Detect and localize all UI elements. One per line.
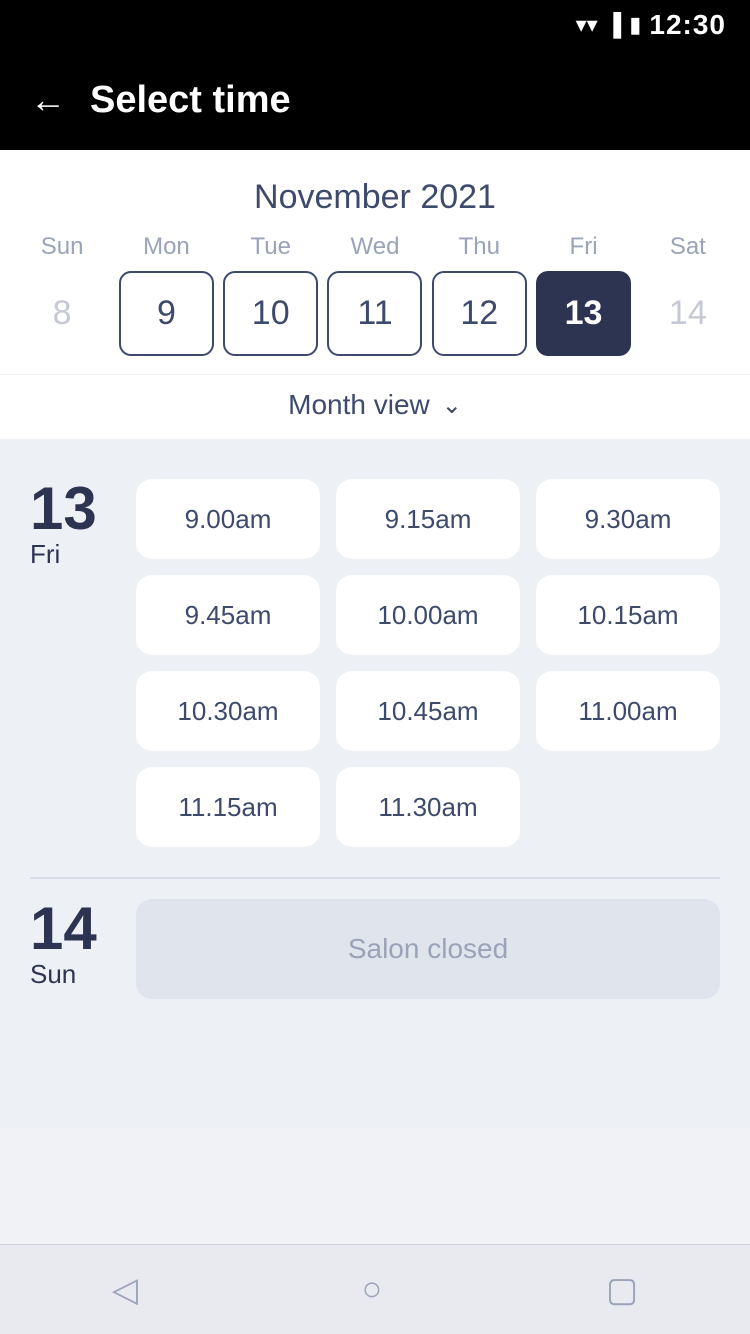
time-slot-1115[interactable]: 11.15am (136, 767, 320, 847)
weekday-fri: Fri (536, 233, 631, 261)
time-slot-1030[interactable]: 10.30am (136, 671, 320, 751)
page-title: Select time (90, 79, 291, 122)
nav-home-icon[interactable]: ○ (362, 1270, 383, 1309)
bottom-nav: ◁ ○ ▢ (0, 1244, 750, 1334)
battery-icon: ▮ (629, 12, 641, 38)
day-content-13: 13 Fri 9.00am 9.15am 9.30am 9.45am 10.00… (30, 479, 720, 847)
wifi-icon: ▾▾ (576, 12, 598, 38)
day-name-13: Fri (30, 539, 120, 570)
time-slot-900[interactable]: 9.00am (136, 479, 320, 559)
weekday-tue: Tue (223, 233, 318, 261)
month-view-label: Month view (288, 389, 430, 421)
month-title: November 2021 (0, 150, 750, 233)
time-slot-930[interactable]: 9.30am (536, 479, 720, 559)
dates-row: 8 9 10 11 12 13 14 (0, 271, 750, 374)
weekday-sat: Sat (640, 233, 735, 261)
status-icons: ▾▾ ▐ ▮ 12:30 (576, 9, 726, 41)
date-cell-10[interactable]: 10 (223, 271, 318, 356)
time-slot-1000[interactable]: 10.00am (336, 575, 520, 655)
day-label-14: 14 Sun (30, 899, 120, 990)
date-cell-14[interactable]: 14 (640, 271, 735, 356)
weekday-sun: Sun (15, 233, 110, 261)
date-cell-11[interactable]: 11 (327, 271, 422, 356)
day-block-14: 14 Sun Salon closed (30, 879, 720, 1029)
weekday-wed: Wed (327, 233, 422, 261)
header: ← Select time (0, 50, 750, 150)
time-slot-945[interactable]: 9.45am (136, 575, 320, 655)
date-cell-8[interactable]: 8 (15, 271, 110, 356)
nav-recent-icon[interactable]: ▢ (606, 1270, 638, 1310)
signal-icon: ▐ (606, 12, 622, 38)
time-slot-1045[interactable]: 10.45am (336, 671, 520, 751)
time-slots-grid-13: 9.00am 9.15am 9.30am 9.45am 10.00am 10.1… (136, 479, 720, 847)
day-number-14: 14 (30, 899, 120, 959)
time-section: 13 Fri 9.00am 9.15am 9.30am 9.45am 10.00… (0, 439, 750, 1129)
weekday-thu: Thu (432, 233, 527, 261)
day-number-13: 13 (30, 479, 120, 539)
back-button[interactable]: ← (30, 79, 66, 121)
day-label-13: 13 Fri (30, 479, 120, 570)
time-slot-1100[interactable]: 11.00am (536, 671, 720, 751)
status-bar: ▾▾ ▐ ▮ 12:30 (0, 0, 750, 50)
calendar-section: November 2021 Sun Mon Tue Wed Thu Fri Sa… (0, 150, 750, 439)
nav-back-icon[interactable]: ◁ (112, 1270, 138, 1310)
salon-closed-box: Salon closed (136, 899, 720, 999)
month-view-row[interactable]: Month view ⌄ (0, 374, 750, 439)
chevron-down-icon: ⌄ (442, 391, 462, 420)
date-cell-13[interactable]: 13 (536, 271, 631, 356)
status-time: 12:30 (649, 9, 726, 41)
weekdays-row: Sun Mon Tue Wed Thu Fri Sat (0, 233, 750, 271)
time-slot-1130[interactable]: 11.30am (336, 767, 520, 847)
time-slot-915[interactable]: 9.15am (336, 479, 520, 559)
weekday-mon: Mon (119, 233, 214, 261)
day-block-13: 13 Fri 9.00am 9.15am 9.30am 9.45am 10.00… (30, 459, 720, 877)
date-cell-9[interactable]: 9 (119, 271, 214, 356)
date-cell-12[interactable]: 12 (432, 271, 527, 356)
day-name-14: Sun (30, 959, 120, 990)
time-slot-1015[interactable]: 10.15am (536, 575, 720, 655)
